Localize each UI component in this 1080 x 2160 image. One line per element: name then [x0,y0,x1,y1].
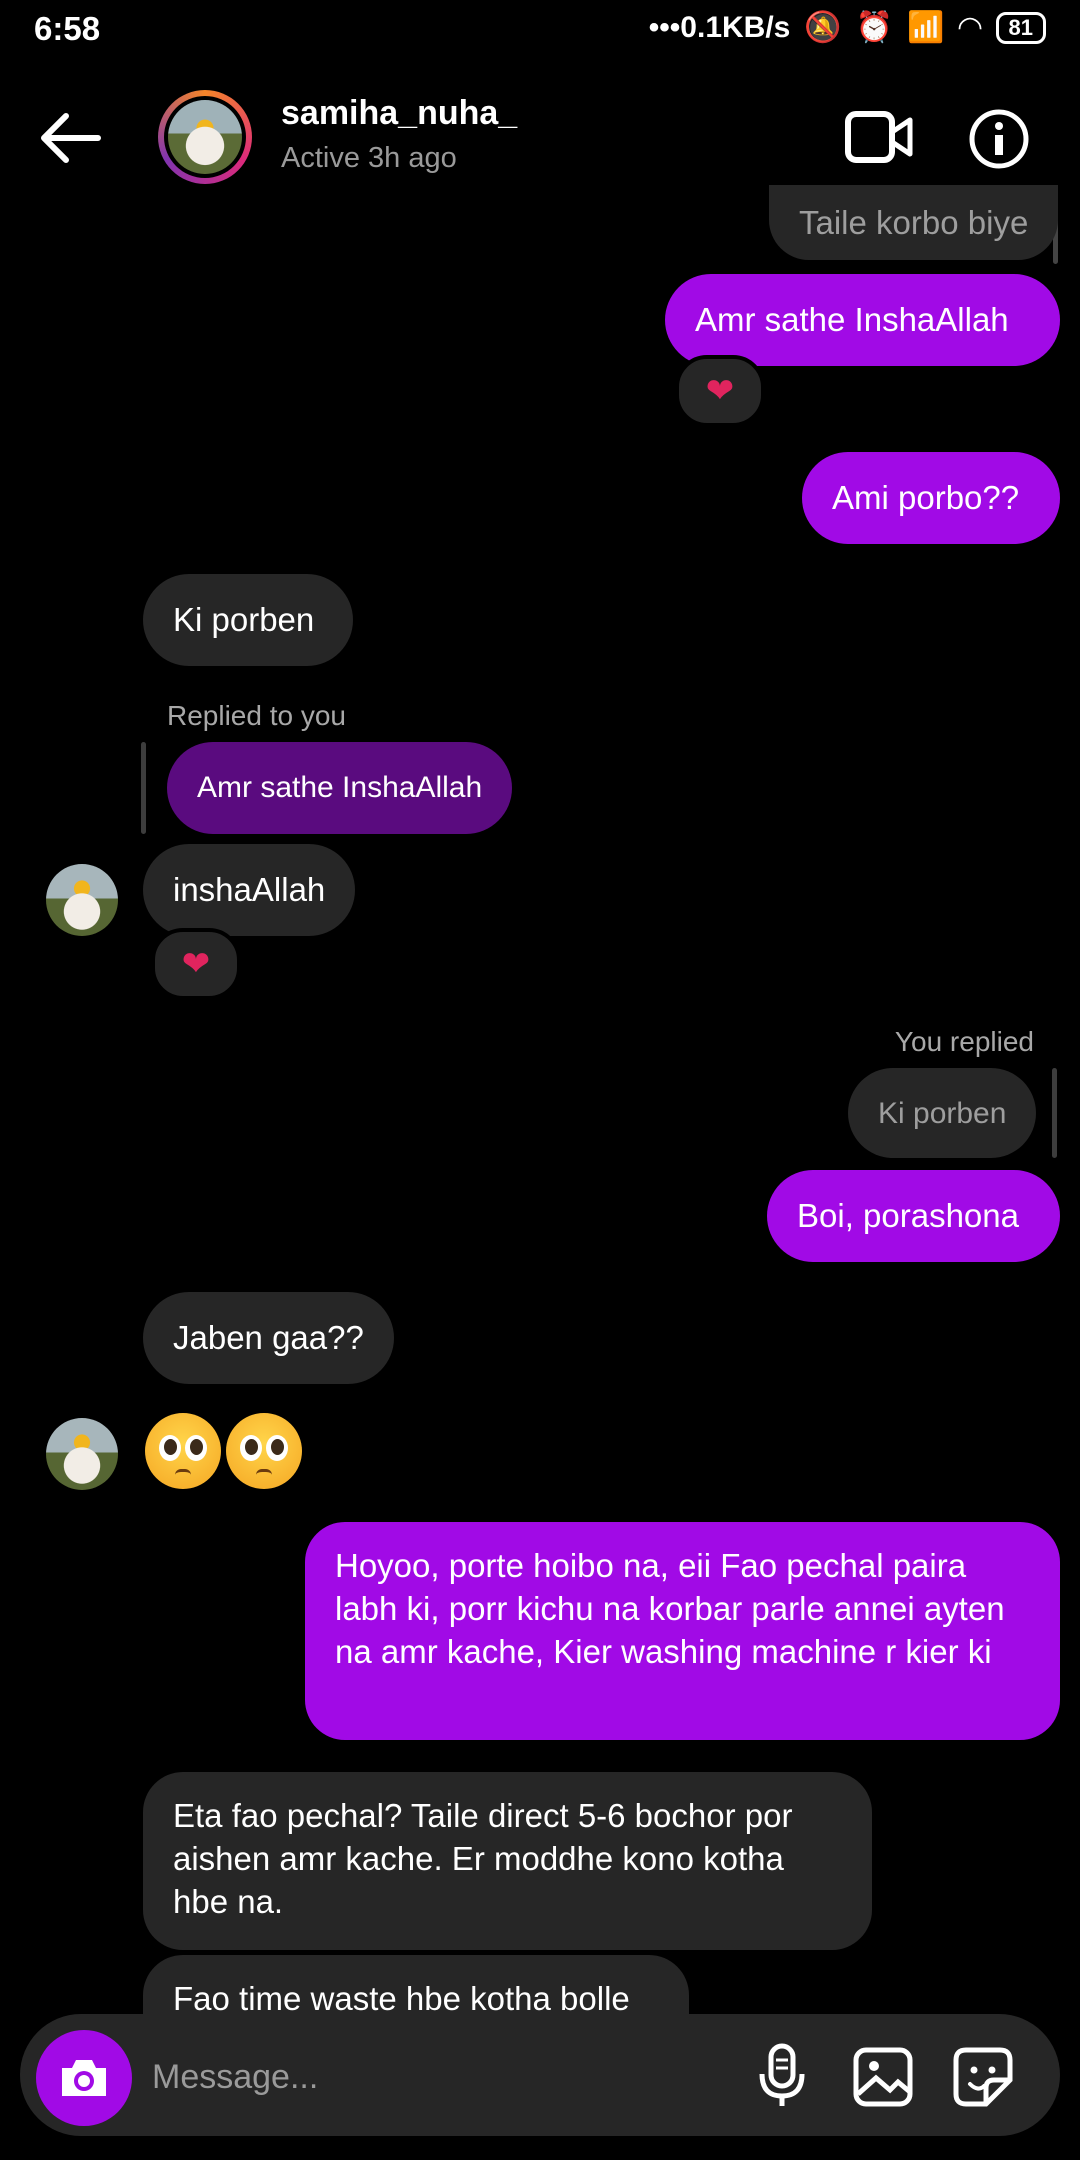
pleading-face-emoji[interactable] [226,1413,302,1489]
microphone-icon[interactable] [756,2042,808,2110]
reply-indicator [141,742,146,834]
message-bubble-received[interactable]: Jaben gaa?? [143,1292,394,1384]
contact-username[interactable]: samiha_nuha_ [281,94,517,133]
quoted-message[interactable]: Ki porben [848,1068,1037,1158]
gallery-icon[interactable] [852,2046,914,2108]
active-status: Active 3h ago [281,142,457,174]
camera-button[interactable] [36,2030,132,2126]
profile-avatar[interactable] [158,90,252,184]
reply-indicator [1052,1068,1057,1158]
message-bubble-received[interactable]: Taile korbo biye [769,185,1059,260]
heart-reaction[interactable]: ❤ [151,928,241,1000]
sticker-icon[interactable] [952,2046,1014,2108]
pleading-face-emoji[interactable] [145,1413,221,1489]
message-bubble-sent[interactable]: Amr sathe InshaAllah [665,274,1060,366]
wifi-icon: ◠ [958,11,982,44]
contact-avatar[interactable] [46,1418,118,1490]
alarm-icon: ⏰ [855,11,894,44]
message-bubble-sent[interactable]: Boi, porashona [767,1170,1060,1262]
back-arrow-icon[interactable] [36,108,106,168]
contact-avatar[interactable] [46,864,118,936]
message-input[interactable] [150,2048,714,2106]
mute-icon: 🔕 [804,11,842,44]
video-call-icon[interactable] [844,106,914,168]
you-replied-label: You replied [894,1026,1034,1057]
message-bubble-received[interactable]: inshaAllah [143,844,356,936]
heart-reaction[interactable]: ❤ [675,355,765,427]
message-bubble-sent[interactable]: Ami porbo?? [802,452,1060,544]
message-bubble-received[interactable]: Eta fao pechal? Taile direct 5-6 bochor … [143,1772,872,1950]
replied-to-you-label: Replied to you [167,700,347,731]
quoted-message[interactable]: Amr sathe InshaAllah [167,742,513,834]
signal-icon: 📶 [907,11,945,44]
status-time: 6:58 [34,10,101,47]
message-bubble-sent[interactable]: Hoyoo, porte hoibo na, eii Fao pechal pa… [305,1522,1060,1740]
info-icon[interactable] [968,108,1030,170]
network-speed: •••0.1KB/s [648,10,791,44]
message-bubble-received[interactable]: Ki porben [143,574,353,666]
status-indicators: •••0.1KB/s 🔕 ⏰ 📶 ◠ 81 [649,10,1046,45]
battery-indicator: 81 [995,11,1046,44]
camera-icon [62,2060,106,2096]
